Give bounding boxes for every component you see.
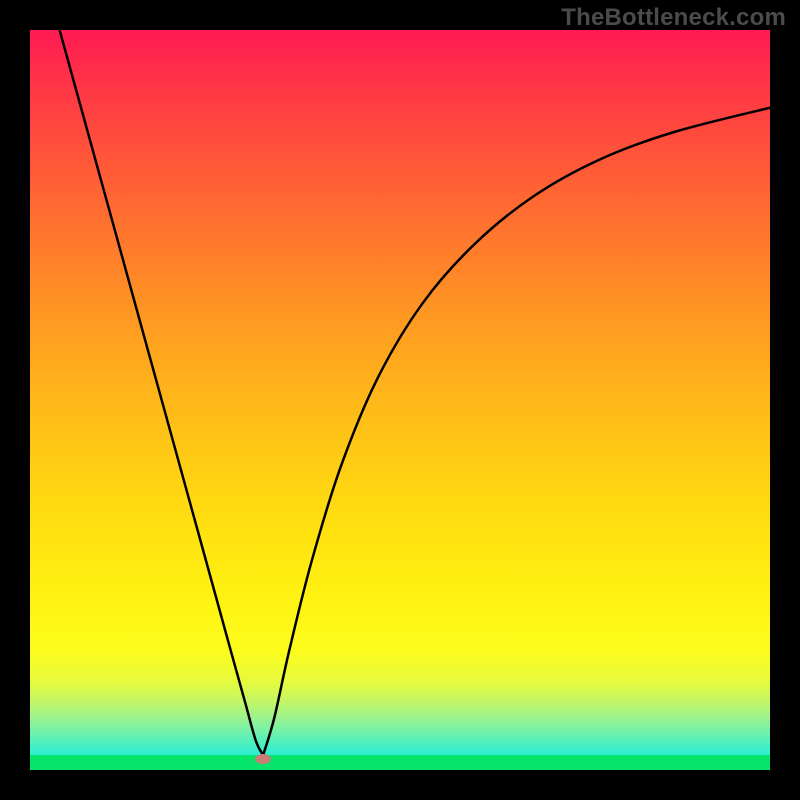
- chart-frame: [30, 30, 770, 770]
- curve-right-branch: [263, 108, 770, 756]
- chart-curve-layer: [30, 30, 770, 770]
- curve-left-branch: [60, 30, 264, 755]
- plot-area: [30, 30, 770, 770]
- watermark-text: TheBottleneck.com: [561, 4, 786, 32]
- minimum-marker: [255, 754, 271, 764]
